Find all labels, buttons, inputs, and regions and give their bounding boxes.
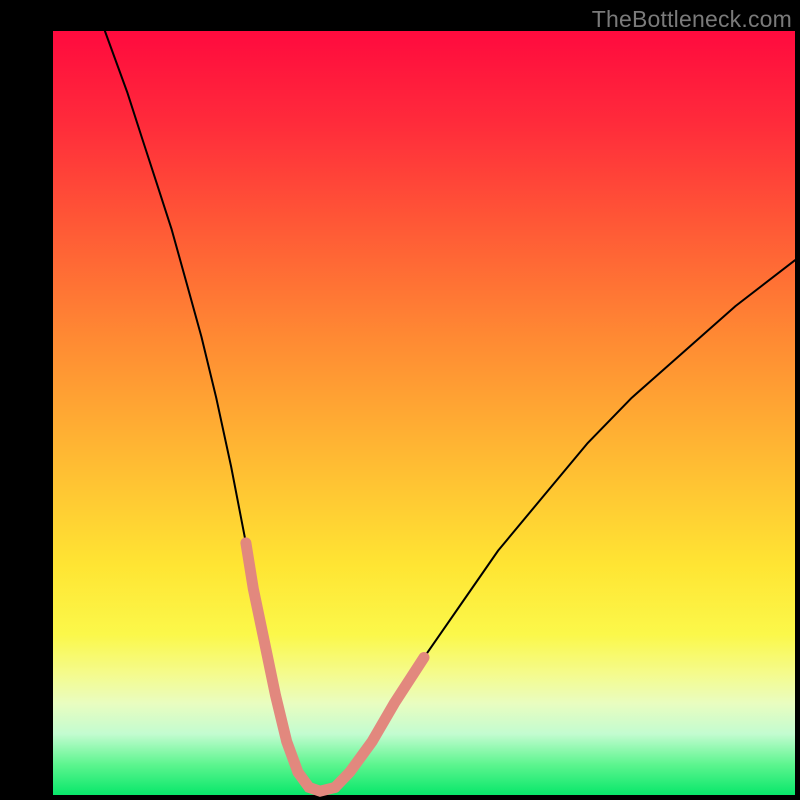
chart-frame: TheBottleneck.com [0,0,800,800]
highlight-segments [246,543,424,791]
highlight-right-line [335,658,424,788]
bottleneck-curve [105,31,795,791]
highlight-bottom-line [298,772,335,791]
watermark-text: TheBottleneck.com [592,6,792,33]
chart-curve-layer [53,31,795,795]
highlight-left-line [246,543,298,772]
bottleneck-curve-line [105,31,795,791]
